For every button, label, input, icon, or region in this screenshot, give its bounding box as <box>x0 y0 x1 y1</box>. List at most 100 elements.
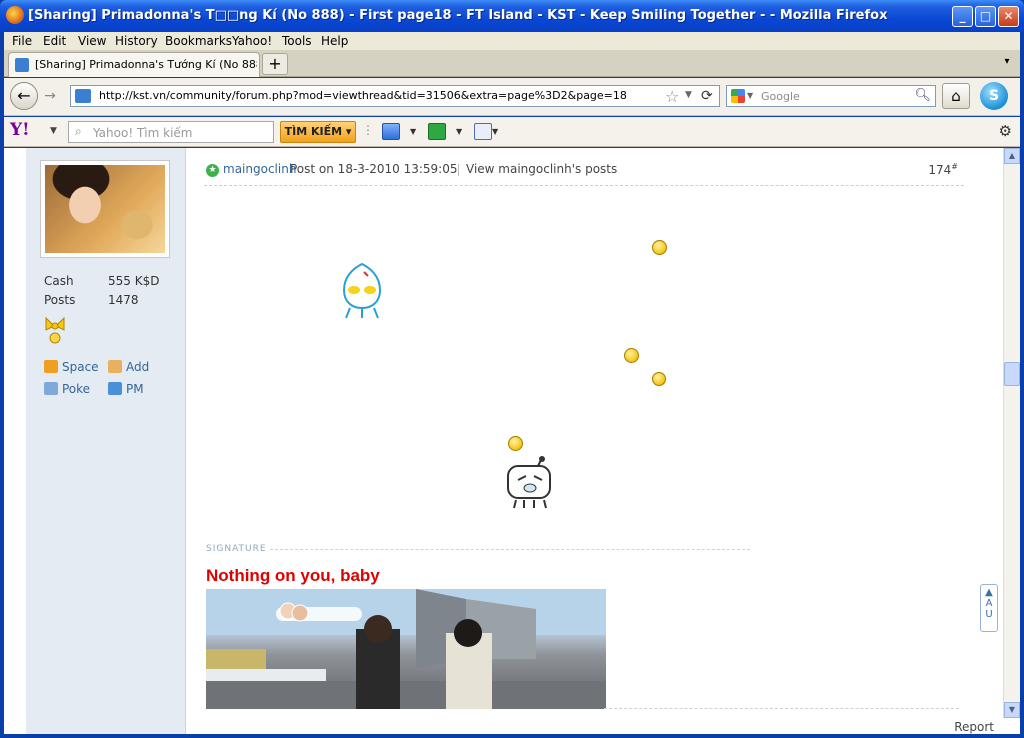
add-link-label: Add <box>126 360 150 374</box>
page-viewport: Cash 555 K$D Posts 1478 Space Add Poke P… <box>4 148 1020 734</box>
signature-divider <box>270 549 750 550</box>
minimize-button[interactable]: _ <box>952 6 973 27</box>
page-icon[interactable] <box>474 123 492 140</box>
online-status-icon: ★ <box>206 164 219 177</box>
menu-bar: File Edit View History Bookmarks Yahoo! … <box>4 32 1020 50</box>
pm-link-label: PM <box>126 382 144 396</box>
menu-yahoo[interactable]: Yahoo! <box>232 34 272 48</box>
view-user-posts-link[interactable]: View maingoclinh's posts <box>466 162 617 176</box>
back-button[interactable]: ← <box>10 82 38 110</box>
tab-strip: [Sharing] Primadonna's Tướng Kí (No 888)… <box>4 50 1020 77</box>
add-friend-link[interactable]: Add <box>108 360 149 374</box>
medal-icon <box>45 316 65 344</box>
cash-value: 555 K$D <box>108 274 160 288</box>
google-icon[interactable] <box>731 89 745 103</box>
menu-edit[interactable]: Edit <box>43 34 66 48</box>
emoticon-icon <box>652 240 667 255</box>
messenger-dropdown-icon[interactable]: ▼ <box>456 127 462 136</box>
space-link-label: Space <box>62 360 99 374</box>
mail-icon[interactable] <box>382 123 400 140</box>
browser-window: [Sharing] Primadonna's T□□ng Kí (No 888)… <box>0 0 1024 738</box>
menu-file[interactable]: File <box>12 34 32 48</box>
firefox-icon <box>6 6 24 24</box>
menu-history[interactable]: History <box>115 34 158 48</box>
search-engine-dropdown-icon[interactable]: ▼ <box>747 91 753 100</box>
search-input[interactable]: Google <box>761 90 800 103</box>
scroll-up-button[interactable]: ▲ <box>1004 148 1020 164</box>
emoticon-icon <box>624 348 639 363</box>
yahoo-search-input[interactable]: ⌕ Yahoo! Tìm kiếm <box>68 121 274 143</box>
tab-list-button[interactable]: ▾ <box>1000 56 1014 70</box>
post-timestamp: Post on 18-3-2010 13:59:05 <box>290 162 458 176</box>
toolbar-separator-icon: ⋮ <box>362 123 374 137</box>
divider <box>458 164 459 176</box>
avatar[interactable] <box>40 160 170 258</box>
signature-title: Nothing on you, baby <box>206 566 380 585</box>
post-body: ★ maingoclinh Post on 18-3-2010 13:59:05… <box>204 148 964 734</box>
search-bar[interactable]: ▼ Google 🔍︎ <box>726 85 936 107</box>
yahoo-search-placeholder: Yahoo! Tìm kiếm <box>93 126 193 140</box>
post-footer-divider <box>604 708 959 709</box>
posts-label: Posts <box>44 293 76 307</box>
tab-label: [Sharing] Primadonna's Tướng Kí (No 888)… <box>35 58 257 71</box>
site-favicon-icon <box>15 58 29 72</box>
messenger-icon[interactable] <box>428 123 446 140</box>
skype-button[interactable]: S <box>980 82 1008 110</box>
page-margin <box>4 148 26 734</box>
handshake-icon <box>108 360 122 373</box>
navigation-bar: ← → http://kst.vn/community/forum.php?mo… <box>4 78 1020 116</box>
bookmark-star-icon[interactable]: ☆ <box>665 87 679 106</box>
vertical-scrollbar[interactable]: ▲ ▼ <box>1003 148 1020 718</box>
signature-label: SIGNATURE <box>206 544 267 554</box>
title-bar[interactable]: [Sharing] Primadonna's T□□ng Kí (No 888)… <box>0 0 1024 32</box>
menu-bookmarks[interactable]: Bookmarks <box>165 34 232 48</box>
gear-icon[interactable]: ⚙ <box>999 122 1012 140</box>
window-title: [Sharing] Primadonna's T□□ng Kí (No 888)… <box>28 8 888 23</box>
url-text[interactable]: http://kst.vn/community/forum.php?mod=vi… <box>99 89 627 102</box>
poke-link-label: Poke <box>62 382 91 396</box>
url-history-dropdown-icon[interactable]: ▼ <box>685 90 692 100</box>
user-sidebar: Cash 555 K$D Posts 1478 Space Add Poke P… <box>26 148 186 734</box>
report-link[interactable]: Report <box>954 720 994 734</box>
url-bar[interactable]: http://kst.vn/community/forum.php?mod=vi… <box>70 85 720 107</box>
site-favicon-icon <box>75 89 91 103</box>
maximize-button[interactable]: □ <box>975 6 996 27</box>
avatar-image <box>45 165 165 253</box>
magnifier-icon: ⌕ <box>75 124 82 138</box>
users-icon <box>44 382 58 395</box>
magnifier-icon[interactable]: 🔍︎ <box>914 88 931 103</box>
signature-image[interactable] <box>206 589 606 709</box>
menu-view[interactable]: View <box>78 34 106 48</box>
yahoo-search-button[interactable]: TÌM KIẾM ▾ <box>280 121 356 143</box>
emoticon-icon <box>652 372 666 386</box>
page-dropdown-icon[interactable]: ▼ <box>492 127 498 136</box>
home-icon <box>44 360 58 373</box>
back-to-top-button[interactable]: ▲ A U <box>980 584 998 632</box>
home-button[interactable]: ⌂ <box>942 83 970 109</box>
post-header: ★ maingoclinh Post on 18-3-2010 13:59:05… <box>204 160 964 186</box>
pm-link[interactable]: PM <box>108 382 144 396</box>
scroll-down-button[interactable]: ▼ <box>1004 702 1020 718</box>
tab-active[interactable]: [Sharing] Primadonna's Tướng Kí (No 888)… <box>8 52 260 77</box>
post-author-link[interactable]: maingoclinh <box>223 162 296 176</box>
new-tab-button[interactable]: + <box>262 53 288 75</box>
emoticon-icon <box>508 436 523 451</box>
yahoo-logo[interactable]: Y! <box>10 120 30 140</box>
menu-tools[interactable]: Tools <box>282 34 312 48</box>
scroll-thumb[interactable] <box>1004 362 1020 386</box>
menu-help[interactable]: Help <box>321 34 348 48</box>
yahoo-menu-dropdown-icon[interactable]: ▼ <box>50 126 57 136</box>
reload-icon[interactable]: ⟳ <box>701 88 713 104</box>
post-number[interactable]: 174# <box>928 162 958 177</box>
robot-emoticon-icon <box>507 456 551 509</box>
cash-label: Cash <box>44 274 74 288</box>
envelope-icon <box>108 382 122 395</box>
posts-value: 1478 <box>108 293 139 307</box>
poke-link[interactable]: Poke <box>44 382 90 396</box>
mail-dropdown-icon[interactable]: ▼ <box>410 127 416 136</box>
yahoo-toolbar: Y! ▼ ⌕ Yahoo! Tìm kiếm TÌM KIẾM ▾ ⋮ ▼ ▼ … <box>4 117 1020 147</box>
close-button[interactable]: ✕ <box>998 6 1019 27</box>
forward-button[interactable]: → <box>40 86 60 106</box>
space-link[interactable]: Space <box>44 360 99 374</box>
signature-photo <box>206 589 606 709</box>
